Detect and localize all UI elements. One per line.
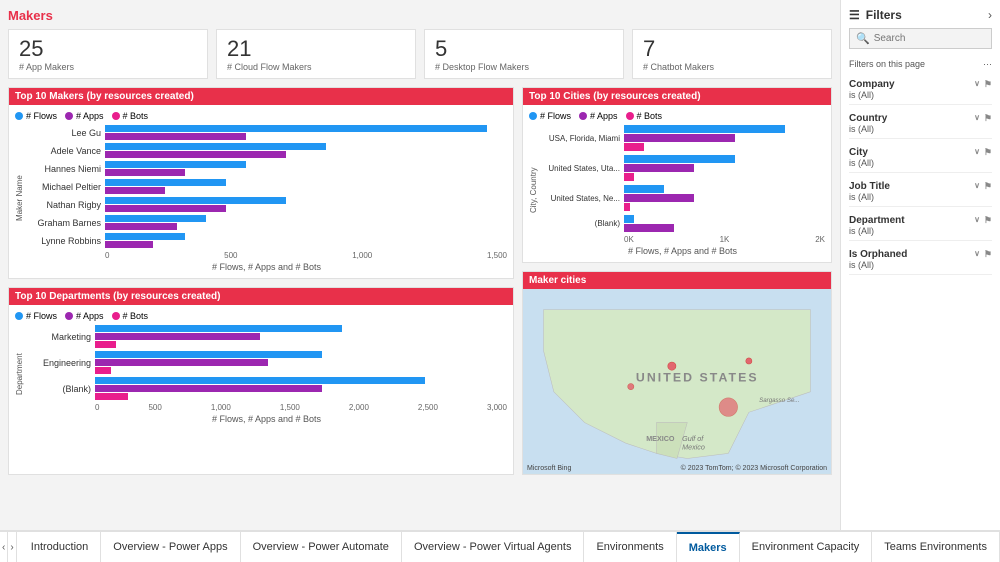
filter-city: City∨⚑ is (All) <box>849 147 992 173</box>
tab-overview-powerautomate[interactable]: Overview - Power Automate <box>241 532 402 562</box>
stat-card: 5# Desktop Flow Makers <box>424 29 624 79</box>
map-footer: © 2023 TomTom; © 2023 Microsoft Corporat… <box>681 465 827 472</box>
top10-makers-chart: Top 10 Makers (by resources created) # F… <box>8 87 514 279</box>
search-icon: 🔍 <box>856 32 870 45</box>
filter-company: Company∨⚑ is (All) <box>849 79 992 105</box>
filter-department: Department∨⚑ is (All) <box>849 215 992 241</box>
city-chevron[interactable]: ∨ <box>974 147 980 158</box>
top10-makers-title: Top 10 Makers (by resources created) <box>9 88 513 105</box>
top10-departments-chart: Top 10 Departments (by resources created… <box>8 287 514 475</box>
filters-panel: ☰ Filters › 🔍 Filters on this page ··· C… <box>840 0 1000 530</box>
tab-introduction[interactable]: Introduction <box>19 532 101 562</box>
makers-y-axis: Maker Name <box>15 125 24 272</box>
stat-number: 7 <box>643 36 821 62</box>
cities-x-axis: # Flows, # Apps and # Bots <box>540 246 825 256</box>
filter-funnel-icon: ☰ <box>849 8 860 22</box>
makers-x-axis: # Flows, # Apps and # Bots <box>26 262 507 272</box>
country-chevron[interactable]: ∨ <box>974 113 980 124</box>
stat-number: 5 <box>435 36 613 62</box>
svg-text:Mexico: Mexico <box>682 443 705 451</box>
tab-teams-environments[interactable]: Teams Environments <box>872 532 1000 562</box>
departments-bar-chart: Marketing Engineering (Blank) <box>26 325 507 400</box>
legend-bots: # Bots <box>123 111 149 121</box>
svg-text:Sargasso Se...: Sargasso Se... <box>759 397 799 404</box>
filters-title: ☰ Filters <box>849 8 902 22</box>
company-chevron[interactable]: ∨ <box>974 79 980 90</box>
job-title-pin-icon[interactable]: ⚑ <box>984 181 992 192</box>
dept-pin-icon[interactable]: ⚑ <box>984 215 992 226</box>
dept-y-axis: Department <box>15 325 24 424</box>
legend-flows: # Flows <box>26 111 57 121</box>
stat-label: # Cloud Flow Makers <box>227 62 405 72</box>
svg-text:MEXICO: MEXICO <box>646 435 675 443</box>
tab-nav-next[interactable]: › <box>8 532 16 562</box>
filters-on-page-label: Filters on this page ··· <box>849 59 992 69</box>
tab-makers[interactable]: Makers <box>677 532 740 562</box>
maker-cities-chart: Maker cities Gulf of Mexico <box>522 271 832 475</box>
filter-search-input[interactable] <box>874 33 985 44</box>
dept-chevron[interactable]: ∨ <box>974 215 980 226</box>
map-logo: Microsoft Bing <box>527 465 571 472</box>
country-pin-icon[interactable]: ⚑ <box>984 113 992 124</box>
svg-text:Gulf of: Gulf of <box>682 435 704 443</box>
cities-y-axis: City, Country <box>529 125 538 256</box>
legend-apps: # Apps <box>76 111 104 121</box>
filters-collapse-button[interactable]: › <box>988 8 992 22</box>
stat-card: 7# Chatbot Makers <box>632 29 832 79</box>
page-title: Makers <box>8 8 832 23</box>
dept-x-axis: # Flows, # Apps and # Bots <box>26 414 507 424</box>
stats-row: 25# App Makers21# Cloud Flow Makers5# De… <box>8 29 832 79</box>
tab-environments[interactable]: Environments <box>584 532 676 562</box>
city-pin-icon[interactable]: ⚑ <box>984 147 992 158</box>
stat-card: 25# App Makers <box>8 29 208 79</box>
orphaned-pin-icon[interactable]: ⚑ <box>984 249 992 260</box>
tab-environment-capacity[interactable]: Environment Capacity <box>740 532 873 562</box>
makers-legend: # Flows # Apps # Bots <box>15 111 507 121</box>
stat-card: 21# Cloud Flow Makers <box>216 29 416 79</box>
stat-number: 21 <box>227 36 405 62</box>
stat-label: # App Makers <box>19 62 197 72</box>
top10-cities-chart: Top 10 Cities (by resources created) # F… <box>522 87 832 263</box>
tab-nav-prev[interactable]: ‹ <box>0 532 8 562</box>
company-pin-icon[interactable]: ⚑ <box>984 79 992 90</box>
bottom-tabs: ‹ › Introduction Overview - Power Apps O… <box>0 530 1000 562</box>
svg-text:UNITED STATES: UNITED STATES <box>636 371 759 385</box>
stat-number: 25 <box>19 36 197 62</box>
top10-departments-title: Top 10 Departments (by resources created… <box>9 288 513 305</box>
filter-is-orphaned: Is Orphaned∨⚑ is (All) <box>849 249 992 275</box>
stat-label: # Desktop Flow Makers <box>435 62 613 72</box>
departments-legend: # Flows # Apps # Bots <box>15 311 507 321</box>
makers-bar-chart: Lee Gu Adele Vance Hannes Niemi Michael … <box>26 125 507 248</box>
job-title-chevron[interactable]: ∨ <box>974 181 980 192</box>
maker-cities-map: Gulf of Mexico MEXICO Sargasso Se... UNI… <box>523 289 831 474</box>
tab-overview-powerapps[interactable]: Overview - Power Apps <box>101 532 240 562</box>
tab-overview-pva[interactable]: Overview - Power Virtual Agents <box>402 532 585 562</box>
filter-search-box[interactable]: 🔍 <box>849 28 992 49</box>
stat-label: # Chatbot Makers <box>643 62 821 72</box>
orphaned-chevron[interactable]: ∨ <box>974 249 980 260</box>
filter-job-title: Job Title∨⚑ is (All) <box>849 181 992 207</box>
filter-country: Country∨⚑ is (All) <box>849 113 992 139</box>
cities-bar-chart: USA, Florida, Miami United States, Uta..… <box>540 125 825 232</box>
maker-cities-title: Maker cities <box>523 272 831 289</box>
top10-cities-title: Top 10 Cities (by resources created) <box>523 88 831 105</box>
cities-legend: # Flows # Apps # Bots <box>529 111 825 121</box>
